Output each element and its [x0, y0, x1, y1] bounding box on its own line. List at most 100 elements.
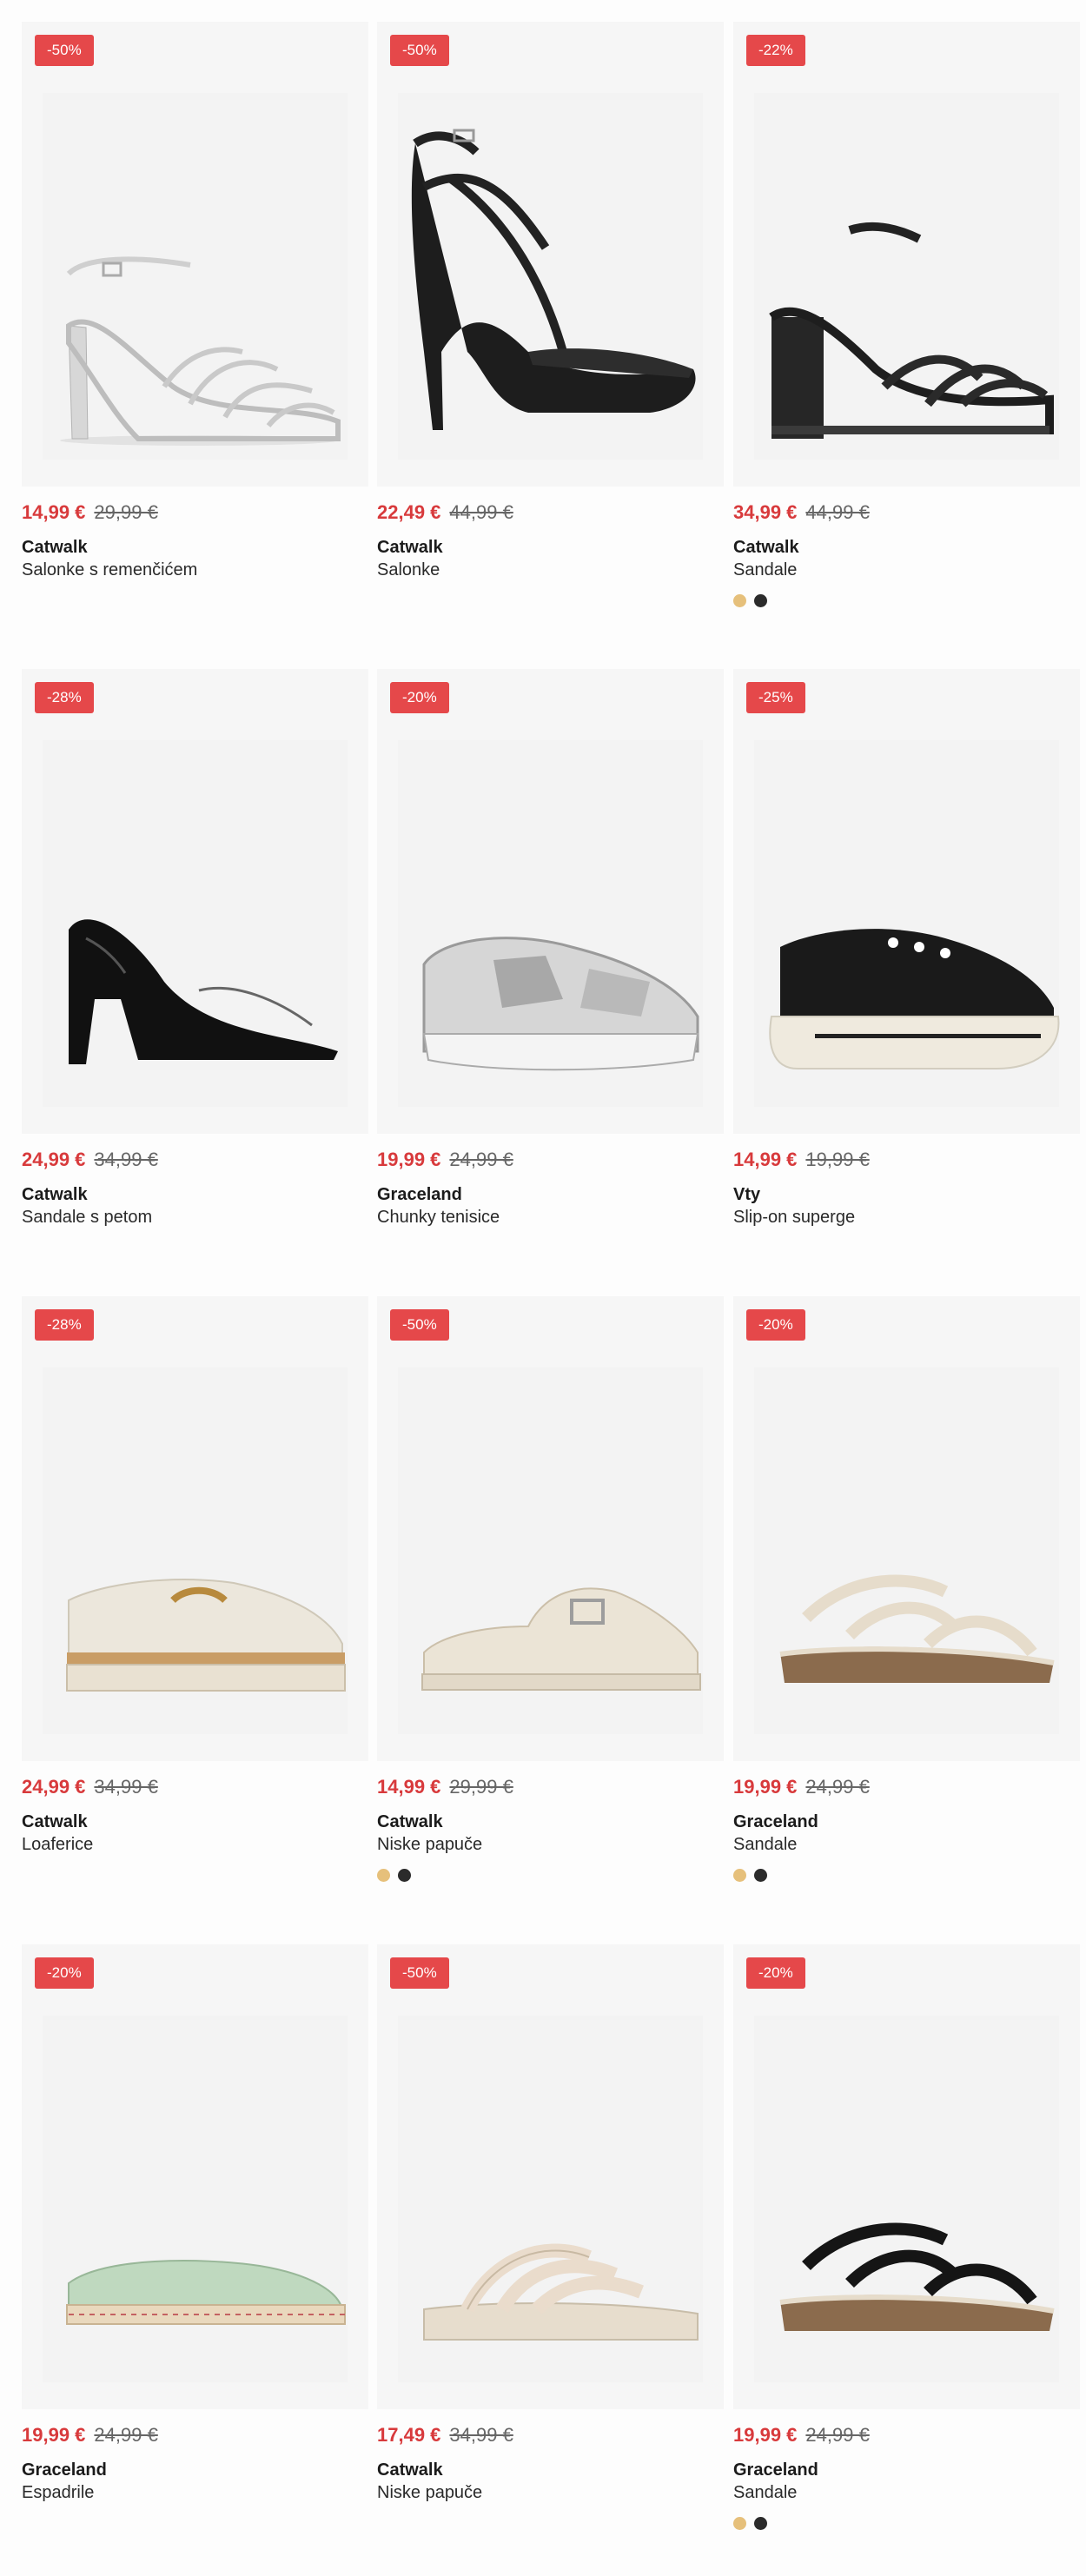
brand-name: Catwalk: [22, 1812, 88, 1831]
silver-strappy-heel-icon: [60, 256, 341, 446]
beige-strap-slide-icon: [423, 2243, 699, 2341]
product-name[interactable]: Espadrile: [22, 2481, 368, 2504]
color-swatches: [733, 593, 1080, 609]
sale-price: 19,99 €: [377, 1149, 441, 1170]
discount-badge: -50%: [390, 1957, 449, 1989]
product-card[interactable]: -22% 34,99 € 44,99 € Catwalk Sandale: [733, 22, 1080, 609]
brand-name: Catwalk: [377, 1812, 443, 1831]
product-name[interactable]: Niske papuče: [377, 1833, 724, 1856]
sale-price: 14,99 €: [22, 501, 86, 523]
product-image[interactable]: -50%: [377, 1944, 724, 2409]
brand-name: Catwalk: [22, 538, 88, 557]
product-name[interactable]: Salonke: [377, 559, 724, 581]
product-card[interactable]: -28% 24,99 € 34,99 € Catwalk Sandale s pe…: [22, 669, 368, 1228]
old-price: 24,99 €: [94, 2424, 158, 2446]
sale-price: 22,49 €: [377, 501, 441, 523]
color-swatch-black[interactable]: [398, 1869, 411, 1883]
price-row: 19,99 € 24,99 €: [733, 2424, 1080, 2447]
price-row: 24,99 € 34,99 €: [22, 1776, 368, 1798]
product-card[interactable]: -28% 24,99 € 34,99 € Catwalk Loaferice: [22, 1296, 368, 1856]
discount-badge: -20%: [746, 1957, 805, 1989]
product-image[interactable]: -50%: [22, 22, 368, 487]
black-woven-block-sandal-icon: [769, 222, 1054, 439]
price-row: 14,99 € 29,99 €: [22, 501, 368, 524]
brand-name: Graceland: [377, 1185, 462, 1204]
discount-badge: -50%: [390, 1309, 449, 1341]
product-name[interactable]: Sandale: [733, 2481, 1080, 2504]
product-name[interactable]: Sandale: [733, 559, 1080, 581]
old-price: 29,99 €: [94, 501, 158, 523]
color-swatch-black[interactable]: [754, 1869, 767, 1883]
color-swatch-beige[interactable]: [733, 2517, 746, 2531]
brand-name: Graceland: [733, 1812, 818, 1831]
sale-price: 19,99 €: [22, 2424, 86, 2446]
product-image[interactable]: -22%: [733, 22, 1080, 487]
discount-badge: -25%: [746, 682, 805, 713]
discount-badge: -50%: [390, 35, 449, 66]
product-image[interactable]: -28%: [22, 669, 368, 1134]
product-name[interactable]: Salonke s remenčićem: [22, 559, 368, 581]
brand-name: Catwalk: [377, 2460, 443, 2480]
brand-name: Catwalk: [22, 1185, 88, 1204]
discount-badge: -20%: [746, 1309, 805, 1341]
brand-name: Graceland: [22, 2460, 107, 2480]
price-row: 22,49 € 44,99 €: [377, 501, 724, 524]
product-card[interactable]: -50% 14,99 € 29,99 € Catwalk Niske papuče: [377, 1296, 724, 1884]
price-row: 24,99 € 34,99 €: [22, 1149, 368, 1171]
price-row: 14,99 € 29,99 €: [377, 1776, 724, 1798]
product-name[interactable]: Chunky tenisice: [377, 1206, 724, 1228]
old-price: 19,99 €: [805, 1149, 870, 1170]
color-swatches: [733, 1868, 1080, 1884]
product-name[interactable]: Niske papuče: [377, 2481, 724, 2504]
product-image[interactable]: -20%: [733, 1296, 1080, 1761]
mint-espadrille-icon: [66, 2260, 346, 2325]
old-price: 34,99 €: [449, 2424, 513, 2446]
color-swatch-black[interactable]: [754, 594, 767, 608]
product-name[interactable]: Sandale: [733, 1833, 1080, 1856]
price-row: 19,99 € 24,99 €: [22, 2424, 368, 2447]
color-swatches: [377, 1868, 724, 1884]
old-price: 44,99 €: [449, 501, 513, 523]
sale-price: 24,99 €: [22, 1776, 86, 1798]
product-card[interactable]: -25% 14,99 € 19,99 € Vty Slip-on superge: [733, 669, 1080, 1228]
product-image[interactable]: -25%: [733, 669, 1080, 1134]
sale-price: 19,99 €: [733, 1776, 798, 1798]
color-swatch-beige[interactable]: [377, 1869, 390, 1883]
color-swatch-beige[interactable]: [733, 1869, 746, 1883]
sale-price: 24,99 €: [22, 1149, 86, 1170]
product-card[interactable]: -50% 14,99 € 29,99 € Catwalk Salonke s re…: [22, 22, 368, 581]
price-row: 19,99 € 24,99 €: [377, 1149, 724, 1171]
product-image[interactable]: -50%: [377, 1296, 724, 1761]
cream-chain-loafer-icon: [66, 1579, 346, 1692]
beige-strap-sandal-icon: [779, 1574, 1055, 1683]
sale-price: 14,99 €: [377, 1776, 441, 1798]
black-patent-pump-icon: [69, 919, 338, 1064]
product-card[interactable]: -50% 22,49 € 44,99 € Catwalk Salonke: [377, 22, 724, 581]
product-name[interactable]: Slip-on superge: [733, 1206, 1080, 1228]
product-grid: -50% 14,99 € 29,99 € Catwalk Salonke s re…: [0, 0, 1086, 2576]
price-row: 19,99 € 24,99 €: [733, 1776, 1080, 1798]
product-card[interactable]: -20% 19,99 € 24,99 € Graceland Espadrile: [22, 1944, 368, 2504]
product-card[interactable]: -50% 17,49 € 34,99 € Catwalk Niske papuče: [377, 1944, 724, 2504]
product-card[interactable]: -20% 19,99 € 24,99 € Graceland Chunky ten…: [377, 669, 724, 1228]
product-card[interactable]: -20% 19,99 € 24,99 € Graceland Sandale: [733, 1944, 1080, 2532]
old-price: 24,99 €: [805, 2424, 870, 2446]
old-price: 34,99 €: [94, 1149, 158, 1170]
product-image[interactable]: -20%: [377, 669, 724, 1134]
product-image[interactable]: -20%: [733, 1944, 1080, 2409]
cream-buckle-mule-icon: [421, 1587, 701, 1691]
old-price: 34,99 €: [94, 1776, 158, 1798]
color-swatch-black[interactable]: [754, 2517, 767, 2531]
product-image[interactable]: -50%: [377, 22, 724, 487]
product-image[interactable]: -20%: [22, 1944, 368, 2409]
product-name[interactable]: Sandale s petom: [22, 1206, 368, 1228]
color-swatch-beige[interactable]: [733, 594, 746, 608]
old-price: 24,99 €: [449, 1149, 513, 1170]
sale-price: 17,49 €: [377, 2424, 441, 2446]
discount-badge: -28%: [35, 1309, 94, 1341]
black-mesh-sneaker-icon: [769, 929, 1060, 1069]
product-name[interactable]: Loaferice: [22, 1833, 368, 1856]
brand-name: Graceland: [733, 2460, 818, 2480]
product-image[interactable]: -28%: [22, 1296, 368, 1761]
product-card[interactable]: -20% 19,99 € 24,99 € Graceland Sandale: [733, 1296, 1080, 1884]
